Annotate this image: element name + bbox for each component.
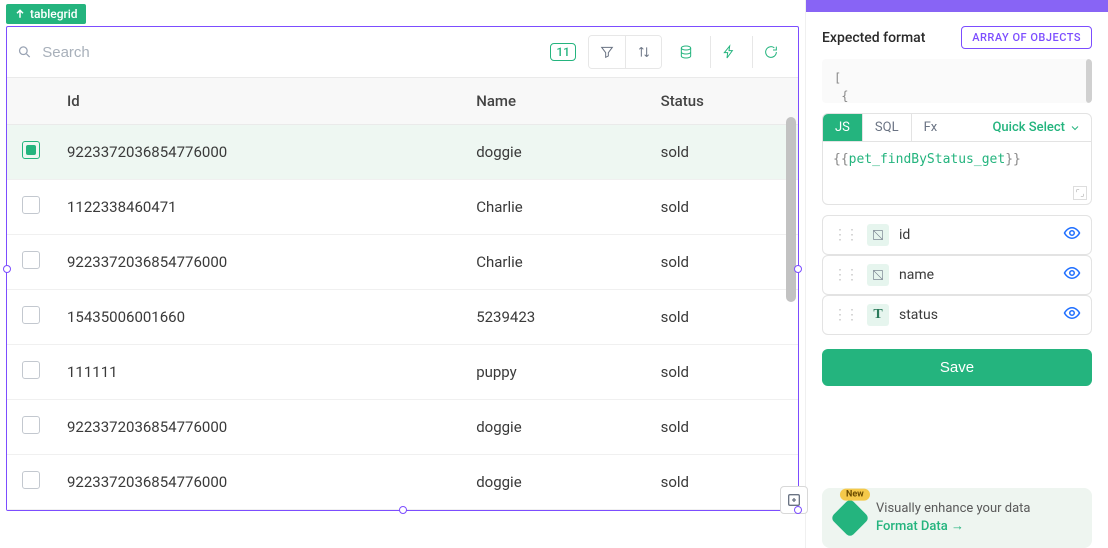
chevron-down-icon: [1069, 122, 1081, 134]
tab-sql[interactable]: SQL: [863, 114, 912, 141]
cell-name: doggie: [464, 125, 648, 180]
filter-icon: [599, 44, 615, 60]
datasource-button[interactable]: [668, 36, 704, 68]
bolt-icon: [721, 44, 737, 60]
cell-id: 9223372036854776000: [55, 125, 464, 180]
code-editor[interactable]: {{pet_findByStatus_get}}: [823, 142, 1091, 204]
table-row[interactable]: 9223372036854776000 doggie sold: [7, 125, 798, 180]
visibility-toggle[interactable]: [1063, 304, 1081, 326]
row-checkbox[interactable]: [22, 471, 40, 489]
table-row[interactable]: 9223372036854776000 doggie sold: [7, 400, 798, 455]
resize-handle-left[interactable]: [3, 265, 11, 273]
expected-format-label: Expected format: [822, 30, 925, 46]
cell-status: sold: [649, 125, 798, 180]
format-preview: [ { "id": 1: [822, 59, 1092, 103]
row-count-badge: 11: [550, 43, 576, 61]
drag-handle-icon[interactable]: ⋮⋮: [833, 307, 857, 323]
number-type-icon: [867, 224, 889, 246]
table-row[interactable]: 9223372036854776000 Charlie sold: [7, 235, 798, 290]
column-config-item[interactable]: ⋮⋮ id: [822, 215, 1092, 255]
widget-tag[interactable]: tablegrid: [6, 4, 86, 24]
row-checkbox[interactable]: [22, 361, 40, 379]
drag-handle-icon[interactable]: ⋮⋮: [833, 267, 857, 283]
reload-icon: [763, 44, 779, 60]
quick-select-button[interactable]: Quick Select: [992, 120, 1091, 135]
widget-name: tablegrid: [30, 7, 78, 21]
column-config-item[interactable]: ⋮⋮ name: [822, 255, 1092, 295]
format-data-link[interactable]: Format Data →: [876, 518, 1030, 536]
table-widget[interactable]: 11 Id Name Status: [6, 26, 799, 511]
data-table: Id Name Status 9223372036854776000 doggi…: [7, 77, 798, 510]
resize-handle-bottom[interactable]: [399, 506, 407, 514]
cell-name: doggie: [464, 455, 648, 510]
table-row[interactable]: 9223372036854776000 doggie sold: [7, 455, 798, 510]
cell-id: 15435006001660: [55, 290, 464, 345]
format-data-hint: New Visually enhance your data Format Da…: [822, 488, 1092, 548]
col-header-name[interactable]: Name: [464, 78, 648, 125]
column-config-item[interactable]: ⋮⋮ T status: [822, 295, 1092, 335]
column-label: status: [899, 307, 1053, 323]
database-icon: [678, 44, 694, 60]
cell-status: sold: [649, 180, 798, 235]
hint-text: Visually enhance your data: [876, 500, 1030, 518]
move-up-icon: [14, 8, 26, 20]
col-header-status[interactable]: Status: [649, 78, 798, 125]
cell-status: sold: [649, 290, 798, 345]
column-label: id: [899, 227, 1053, 243]
filter-button[interactable]: [589, 36, 625, 68]
col-header-id[interactable]: Id: [55, 78, 464, 125]
drag-handle-icon[interactable]: ⋮⋮: [833, 227, 857, 243]
search-icon: [17, 44, 32, 60]
tab-js[interactable]: JS: [823, 114, 863, 141]
cell-status: sold: [649, 400, 798, 455]
cell-status: sold: [649, 455, 798, 510]
row-checkbox[interactable]: [22, 306, 40, 324]
row-checkbox[interactable]: [22, 416, 40, 434]
bolt-button[interactable]: [710, 36, 746, 68]
cell-id: 111111: [55, 345, 464, 400]
search-input[interactable]: [42, 44, 544, 61]
cell-status: sold: [649, 235, 798, 290]
sort-icon: [636, 44, 652, 60]
reload-button[interactable]: [752, 36, 788, 68]
new-badge: New: [840, 488, 870, 500]
cell-name: 5239423: [464, 290, 648, 345]
array-of-objects-badge: ARRAY OF OBJECTS: [961, 26, 1092, 49]
table-row[interactable]: 111111 puppy sold: [7, 345, 798, 400]
cell-id: 9223372036854776000: [55, 455, 464, 510]
tab-fx[interactable]: Fx: [912, 114, 950, 141]
magic-icon: New: [830, 498, 870, 538]
column-label: name: [899, 267, 1053, 283]
text-type-icon: T: [867, 304, 889, 326]
resize-handle-right[interactable]: [794, 265, 802, 273]
expand-editor-icon[interactable]: [1073, 186, 1087, 200]
vertical-scrollbar[interactable]: [786, 117, 796, 504]
table-row[interactable]: 1122338460471 Charlie sold: [7, 180, 798, 235]
cell-name: Charlie: [464, 235, 648, 290]
cell-id: 1122338460471: [55, 180, 464, 235]
resize-handle-br[interactable]: [794, 506, 802, 514]
table-row[interactable]: 15435006001660 5239423 sold: [7, 290, 798, 345]
save-button[interactable]: Save: [822, 349, 1092, 386]
cell-status: sold: [649, 345, 798, 400]
row-checkbox[interactable]: [22, 141, 40, 159]
panel-accent-bar: [806, 0, 1108, 12]
sort-button[interactable]: [625, 36, 661, 68]
cell-name: doggie: [464, 400, 648, 455]
row-checkbox[interactable]: [22, 251, 40, 269]
cell-id: 9223372036854776000: [55, 235, 464, 290]
visibility-toggle[interactable]: [1063, 224, 1081, 246]
number-type-icon: [867, 264, 889, 286]
row-checkbox[interactable]: [22, 196, 40, 214]
property-panel: Expected format ARRAY OF OBJECTS [ { "id…: [805, 0, 1108, 548]
cell-name: Charlie: [464, 180, 648, 235]
visibility-toggle[interactable]: [1063, 264, 1081, 286]
cell-id: 9223372036854776000: [55, 400, 464, 455]
cell-name: puppy: [464, 345, 648, 400]
